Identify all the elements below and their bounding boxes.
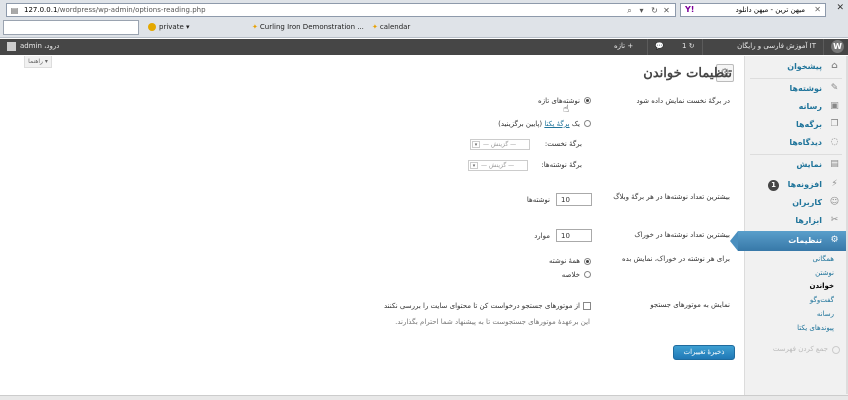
front-page-select-label: برگهٔ نخست:: [544, 140, 582, 148]
settings-icon: ⚙: [830, 235, 839, 245]
chevron-down-icon: ▾: [470, 162, 478, 169]
updates-icon: ↻: [688, 42, 695, 50]
dashboard-icon: ⌂: [831, 61, 838, 71]
wp-admin-bar: W آموزش فارسی و رایگان IT 1 ↻ 💬 + تازه د…: [0, 39, 848, 55]
radio-full-text-label: همهٔ نوشته: [548, 257, 580, 265]
new-content-link[interactable]: + تازه: [614, 42, 633, 50]
menu-dashboard[interactable]: ⌂ پیشخوان: [744, 58, 848, 75]
mouse-cursor-icon: ☝: [563, 104, 570, 115]
help-tab[interactable]: راهنما ▾: [24, 56, 52, 68]
window-close-icon[interactable]: ✕: [836, 3, 844, 13]
posts-per-page-input[interactable]: 10: [556, 193, 592, 206]
plus-icon: +: [627, 42, 634, 50]
front-page-label: در برگهٔ نخست نمایش داده شود: [636, 97, 730, 105]
radio-summary-label: خلاصه: [561, 271, 580, 279]
dropdown-icon[interactable]: ▾: [636, 5, 647, 16]
submenu-discussion[interactable]: گفت‌وگو: [810, 296, 834, 304]
menu-users[interactable]: ☺ کاربران: [744, 194, 848, 211]
bookmark-calendar[interactable]: ✦ calendar: [372, 23, 410, 31]
star-icon: ✦: [252, 23, 258, 31]
radio-full-text[interactable]: [584, 258, 591, 265]
users-icon: ☺: [829, 197, 840, 207]
appearance-icon: ▤: [830, 159, 839, 169]
radio-static-page[interactable]: [584, 120, 591, 127]
star-icon: ✦: [372, 23, 378, 31]
account-menu[interactable]: درود، admin: [20, 42, 59, 50]
page-icon: ▤: [10, 6, 19, 15]
menu-tools[interactable]: ✂ ابزارها: [744, 212, 848, 229]
posts-page-select-label: برگهٔ نوشته‌ها:: [541, 161, 582, 169]
yahoo-icon: Y!: [685, 5, 695, 14]
search-icon[interactable]: ⌕: [624, 5, 635, 16]
discourage-search-label: از موتورهای جستجو درخواست کن تا محتوای س…: [383, 302, 580, 310]
plugins-update-badge: 1: [768, 180, 779, 191]
radio-summary[interactable]: [584, 271, 591, 278]
comments-icon[interactable]: 💬: [655, 42, 664, 50]
feed-items-label: بیشترین تعداد نوشته‌ها در خوراک: [634, 231, 730, 239]
collapse-menu-link[interactable]: جمع کردن فهرست: [773, 345, 828, 353]
collapse-icon[interactable]: [832, 346, 840, 354]
submenu-permalinks[interactable]: پیوندهای یکتا: [797, 324, 834, 332]
bookmark-private[interactable]: private ▾: [148, 23, 190, 31]
toolbar-search-input[interactable]: [3, 20, 139, 35]
bookmarks-bar: private ▾ ✦ Curling Iron Demonstration ..…: [0, 19, 848, 38]
stop-icon[interactable]: ✕: [661, 5, 672, 16]
tab-title: میهن ترین - میهن دانلود: [735, 6, 805, 14]
feed-show-label: برای هر نوشته در خوراک، نمایش بده: [621, 255, 730, 263]
site-name-link[interactable]: آموزش فارسی و رایگان IT: [737, 42, 816, 50]
bookmark-icon: [148, 23, 156, 31]
browser-tab[interactable]: Y! میهن ترین - میهن دانلود ✕: [680, 3, 826, 17]
submenu-writing[interactable]: نوشتن: [815, 269, 834, 277]
tools-icon: ✂: [830, 215, 839, 225]
submenu-reading[interactable]: خواندن: [810, 282, 834, 290]
submenu-general[interactable]: همگانی: [812, 255, 834, 263]
search-visibility-label: نمایش به موتورهای جستجو: [650, 301, 730, 309]
wordpress-logo-icon[interactable]: W: [831, 40, 844, 53]
horizontal-scrollbar[interactable]: [0, 395, 848, 400]
bookmark-curling[interactable]: ✦ Curling Iron Demonstration ...: [252, 23, 364, 31]
menu-settings[interactable]: ⚙ تنظیمات: [730, 231, 848, 251]
admin-sidebar: ⌂ پیشخوان ✎ نوشته‌ها ▣ رسانه ❐ برگه‌ها ◌ دیدگ…: [730, 56, 848, 400]
menu-plugins[interactable]: ⚡ افزونه‌ها 1: [744, 176, 848, 193]
discourage-search-checkbox[interactable]: [583, 302, 591, 310]
updates-link[interactable]: 1 ↻: [682, 42, 695, 50]
page-title: تنظیمات خواندن: [643, 66, 732, 81]
menu-pages[interactable]: ❐ برگه‌ها: [744, 116, 848, 133]
posts-page-select[interactable]: ▾ — گزینش —: [468, 160, 528, 171]
feed-items-input[interactable]: 10: [556, 229, 592, 242]
radio-latest-posts[interactable]: [584, 97, 591, 104]
media-icon: ▣: [830, 101, 839, 111]
save-changes-button[interactable]: ذخیرهٔ تغییرات: [673, 345, 735, 360]
radio-latest-posts-label: نوشته‌های تازه: [538, 97, 580, 105]
pages-icon: ❐: [830, 119, 839, 129]
browser-chrome: ▤ 127.0.0.1/wordpress/wp-admin/options-r…: [0, 0, 848, 38]
chevron-down-icon: ▾: [472, 141, 480, 148]
tab-close-icon[interactable]: ✕: [814, 5, 821, 14]
posts-per-page-label: بیشترین تعداد نوشته‌ها در هر برگهٔ وبلاگ: [613, 193, 730, 201]
refresh-icon[interactable]: ↻: [649, 5, 660, 16]
static-page-link[interactable]: برگهٔ یکتا: [544, 120, 569, 128]
feed-items-unit: موارد: [534, 232, 550, 240]
address-text: 127.0.0.1/wordpress/wp-admin/options-rea…: [24, 6, 206, 14]
pin-icon: ✎: [830, 83, 839, 93]
search-visibility-hint: این برعهدهٔ موتورهای جستجوست تا به پیشنه…: [395, 318, 590, 326]
menu-appearance[interactable]: ▤ نمایش: [744, 156, 848, 173]
menu-posts[interactable]: ✎ نوشته‌ها: [744, 80, 848, 97]
menu-media[interactable]: ▣ رسانه: [744, 98, 848, 115]
front-page-select[interactable]: ▾ — گزینش —: [470, 139, 530, 150]
comments-icon: ◌: [830, 137, 839, 147]
menu-comments[interactable]: ◌ دیدگاه‌ها: [744, 134, 848, 151]
posts-per-page-unit: نوشته‌ها: [526, 196, 550, 204]
plugins-icon: ⚡: [831, 179, 838, 189]
avatar: [7, 42, 16, 51]
submenu-media[interactable]: رسانه: [817, 310, 834, 318]
address-bar[interactable]: ▤ 127.0.0.1/wordpress/wp-admin/options-r…: [6, 3, 676, 17]
radio-static-page-label: یک برگهٔ یکتا (پایین برگزینید): [498, 120, 580, 128]
